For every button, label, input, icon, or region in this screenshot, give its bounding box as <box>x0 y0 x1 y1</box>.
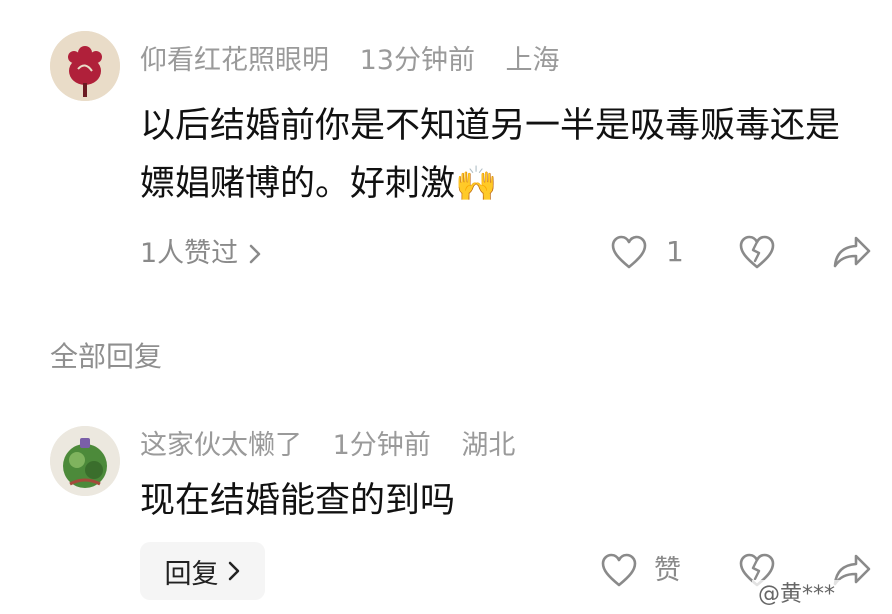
heart-icon <box>611 235 647 269</box>
reply-button-label: 回复 <box>164 558 219 590</box>
clapping-hands-emoji: 🙌 <box>455 164 498 204</box>
reply-like-button[interactable]: 赞 <box>600 552 681 588</box>
comment-username[interactable]: 仰看红花照眼明 <box>140 45 329 76</box>
replier-avatar[interactable] <box>50 426 120 496</box>
chevron-right-icon <box>228 561 239 581</box>
comment-location: 上海 <box>505 45 560 76</box>
comment-share-button[interactable] <box>832 234 872 270</box>
watermark: @黄*** <box>752 580 842 610</box>
reply-username[interactable]: 这家伙太懒了 <box>140 430 302 461</box>
comment-dislike-button[interactable] <box>738 234 776 270</box>
comment-time: 13分钟前 <box>359 45 475 76</box>
comment-like-button[interactable]: 1 <box>610 234 684 270</box>
chevron-right-icon <box>249 244 261 263</box>
green-drawing-avatar-image <box>50 426 120 496</box>
all-replies-title: 全部回复 <box>50 340 163 373</box>
comment-like-count: 1 <box>666 235 684 268</box>
reply-text[interactable]: 现在结婚能查的到吗 <box>140 472 870 530</box>
reply-like-label: 赞 <box>654 554 681 586</box>
commenter-avatar[interactable] <box>50 31 120 101</box>
rose-avatar-image <box>50 31 120 101</box>
reply-time: 1分钟前 <box>332 430 431 461</box>
likers-text: 1人赞过 <box>140 238 239 269</box>
reply-meta: 这家伙太懒了 1分钟前 湖北 <box>140 432 537 459</box>
comment-meta: 仰看红花照眼明 13分钟前 上海 <box>140 47 582 74</box>
share-arrow-icon <box>833 236 871 268</box>
likers-link[interactable]: 1人赞过 <box>140 240 262 267</box>
heart-icon <box>601 553 637 587</box>
broken-heart-icon <box>739 235 775 269</box>
reply-button[interactable]: 回复 <box>140 542 265 600</box>
reply-location: 湖北 <box>461 430 516 461</box>
comment-text-block[interactable]: 以后结婚前你是不知道另一半是吸毒贩毒还是嫖娼赌博的。好刺激🙌 <box>140 97 870 213</box>
